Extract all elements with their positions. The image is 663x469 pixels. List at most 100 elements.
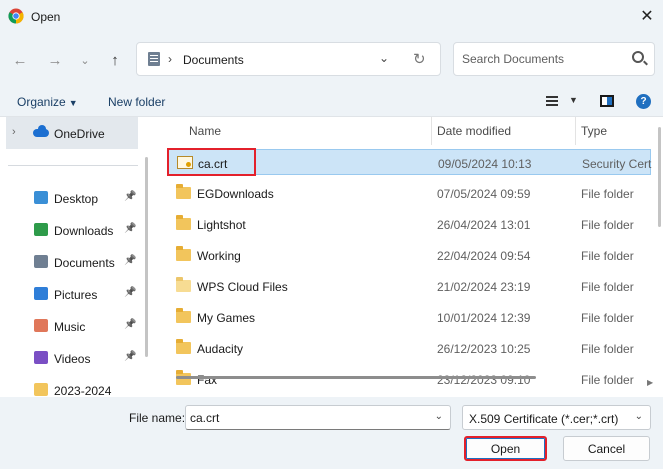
folder-icon (176, 184, 191, 199)
file-type: File folder (581, 280, 634, 294)
file-row[interactable]: Lightshot 26/04/2024 13:01 File folder (167, 211, 651, 237)
annotation-highlight (167, 148, 256, 176)
chevron-down-icon[interactable]: ⌄ (435, 411, 443, 422)
file-row[interactable]: Working 22/04/2024 09:54 File folder (167, 242, 651, 268)
forward-button[interactable]: → (44, 49, 66, 71)
search-icon (632, 51, 644, 63)
chevron-down-icon: ⌄ (80, 54, 90, 67)
column-type[interactable]: Type (581, 124, 607, 138)
sidebar-item-label: Pictures (54, 288, 98, 302)
file-type: File folder (581, 218, 634, 232)
sidebar-item-2023-2024[interactable]: 2023-2024 (0, 375, 150, 397)
list-view-icon[interactable] (546, 96, 558, 106)
file-row[interactable]: EGDownloads 07/05/2024 09:59 File folder (167, 180, 651, 206)
chevron-right-icon[interactable]: › (168, 52, 172, 66)
organize-label: Organize (17, 95, 66, 109)
column-divider[interactable] (431, 117, 432, 145)
search-input[interactable] (462, 52, 622, 66)
sidebar-item-desktop[interactable]: Desktop 📌 (0, 183, 150, 213)
horizontal-scrollbar[interactable] (176, 376, 536, 379)
file-row[interactable]: Audacity 26/12/2023 10:25 File folder (167, 335, 651, 361)
recent-locations-button[interactable]: ⌄ (74, 49, 96, 71)
chevron-right-icon[interactable]: › (12, 126, 16, 138)
file-date-modified: 10/01/2024 12:39 (437, 311, 531, 325)
pin-icon[interactable]: 📌 (124, 255, 136, 266)
desktop-icon (34, 191, 48, 204)
file-type-select[interactable]: X.509 Certificate (*.cer;*.crt) ⌄ (462, 405, 651, 430)
pin-icon[interactable]: 📌 (124, 287, 136, 298)
sidebar-item-music[interactable]: Music 📌 (0, 311, 150, 341)
pin-icon[interactable]: 📌 (124, 223, 136, 234)
folder-icon (176, 339, 191, 354)
new-folder-button[interactable]: New folder (108, 95, 165, 109)
scroll-right-icon[interactable]: ▶ (647, 378, 653, 387)
cloud-icon (33, 125, 49, 137)
picture-icon (34, 287, 48, 300)
sidebar-item-documents[interactable]: Documents 📌 (0, 247, 150, 277)
sidebar-item-videos[interactable]: Videos 📌 (0, 343, 150, 373)
sidebar-item-label: Videos (54, 352, 91, 366)
file-name-input[interactable] (190, 411, 420, 425)
file-type: Security Certificate (582, 157, 652, 171)
navigation-pane: › OneDrive Desktop 📌 Downloads 📌 Documents 📌 P… (0, 117, 150, 397)
navigation-bar: ← → ⌄ ↑ › Documents ⌄ ↻ (0, 33, 663, 85)
sidebar-item-label: Downloads (54, 224, 114, 238)
file-date-modified: 21/02/2024 23:19 (437, 280, 531, 294)
arrow-right-icon: → (47, 51, 63, 69)
address-bar[interactable]: › Documents ⌄ ↻ (136, 42, 441, 76)
file-row[interactable]: WPS Cloud Files 21/02/2024 23:19 File fold… (167, 273, 651, 299)
sidebar-item-label: Documents (54, 256, 115, 270)
sidebar-item-label: 2023-2024 (54, 384, 112, 397)
pin-icon[interactable]: 📌 (124, 319, 136, 330)
file-list-scrollbar[interactable] (658, 127, 661, 227)
sidebar-scrollbar[interactable] (145, 157, 148, 357)
file-name: Lightshot (197, 218, 246, 232)
file-row[interactable]: My Games 10/01/2024 12:39 File folder (167, 304, 651, 330)
sidebar-item-onedrive[interactable]: › OneDrive (6, 117, 138, 149)
sidebar-item-label: Music (54, 320, 86, 334)
column-date-modified[interactable]: Date modified (437, 124, 511, 138)
column-name[interactable]: Name (189, 124, 221, 138)
view-options-caret-icon[interactable]: ▼ (569, 95, 578, 105)
file-date-modified: 26/04/2024 13:01 (437, 218, 531, 232)
sidebar-item-label: Desktop (54, 192, 99, 206)
music-icon (34, 319, 48, 332)
folder-icon (176, 215, 191, 230)
file-name: Audacity (197, 342, 244, 356)
open-button[interactable]: Open (464, 436, 547, 461)
pin-icon[interactable]: 📌 (124, 191, 136, 202)
address-dropdown-icon[interactable]: ⌄ (379, 51, 389, 65)
chrome-icon (8, 8, 24, 24)
address-path[interactable]: Documents (183, 53, 244, 67)
search-box[interactable] (453, 42, 655, 76)
cancel-button[interactable]: Cancel (563, 436, 650, 461)
preview-pane-icon[interactable] (600, 95, 614, 107)
back-button[interactable]: ← (9, 49, 31, 71)
sidebar-item-pictures[interactable]: Pictures 📌 (0, 279, 150, 309)
file-name-field[interactable]: ⌄ (185, 405, 451, 430)
pin-icon[interactable]: 📌 (124, 351, 136, 362)
caret-down-icon: ▼ (68, 98, 78, 108)
folder-icon (176, 370, 191, 385)
arrow-left-icon: ← (12, 51, 28, 69)
arrow-up-icon: ↑ (111, 51, 119, 69)
column-header: Name ⌃ Date modified Type (155, 117, 663, 145)
folder-icon (176, 277, 191, 292)
file-type-value: X.509 Certificate (*.cer;*.crt) (469, 412, 619, 426)
column-divider[interactable] (575, 117, 576, 145)
help-icon[interactable]: ? (636, 94, 651, 109)
chevron-down-icon[interactable]: ⌄ (635, 411, 643, 422)
download-icon (34, 223, 48, 236)
organize-button[interactable]: Organize ▼ (17, 95, 78, 109)
refresh-icon[interactable]: ↻ (413, 50, 426, 68)
sidebar-item-label: OneDrive (54, 127, 105, 141)
file-name: EGDownloads (197, 187, 274, 201)
close-button[interactable]: ✕ (637, 6, 657, 26)
up-button[interactable]: ↑ (104, 49, 126, 71)
sidebar-item-downloads[interactable]: Downloads 📌 (0, 215, 150, 245)
file-type: File folder (581, 311, 634, 325)
file-type: File folder (581, 249, 634, 263)
file-type: File folder (581, 373, 634, 387)
folder-icon (176, 246, 191, 261)
file-row[interactable]: Fax 23/12/2023 09:10 File folder (167, 366, 651, 392)
